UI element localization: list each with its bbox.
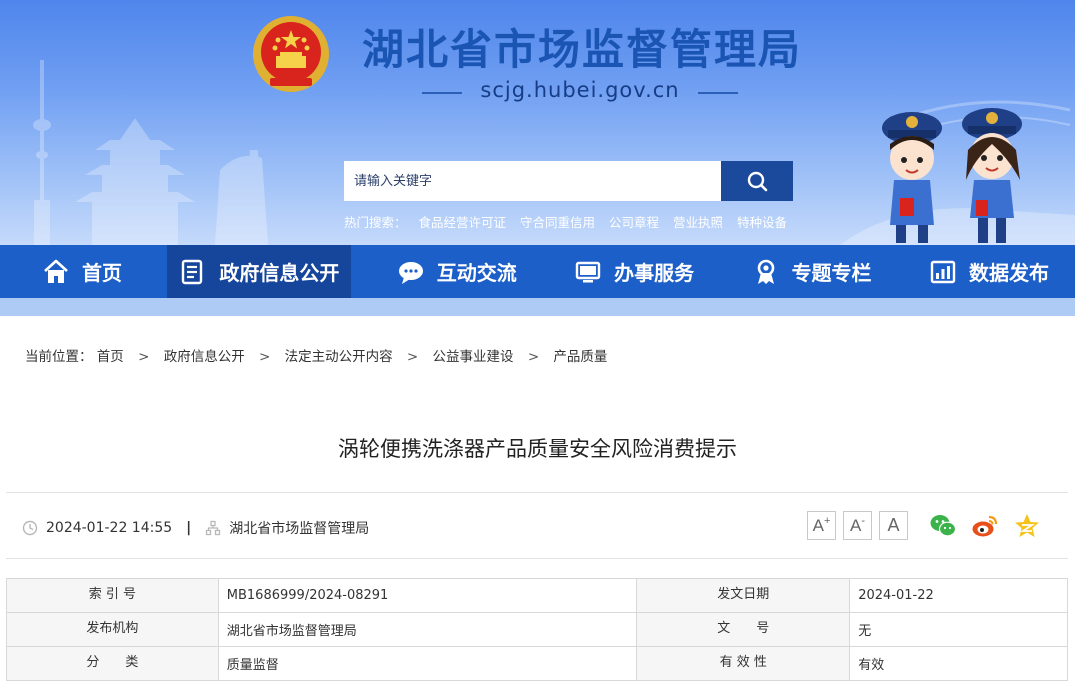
nav-item-gov-info[interactable]: 政府信息公开 — [167, 245, 352, 298]
breadcrumb-item-gov-info[interactable]: 政府信息公开 — [164, 349, 245, 365]
nav-item-label: 政府信息公开 — [219, 261, 340, 285]
breadcrumb: 当前位置： 首页 > 政府信息公开 > 法定主动公开内容 > 公益事业建设 > … — [25, 345, 607, 365]
breadcrumb-item-product-quality[interactable]: 产品质量 — [553, 349, 607, 365]
breadcrumb-separator: > — [527, 349, 540, 365]
nav-item-label: 办事服务 — [614, 261, 695, 285]
nav-item-label: 专题专栏 — [791, 261, 872, 285]
nav-item-label: 互动交流 — [436, 261, 517, 285]
info-label-issue-date: 发文日期 — [636, 578, 851, 613]
header-banner: 湖北省市场监督管理局 scjg.hubei.gov.cn 热门搜索： 食品经营许… — [0, 0, 1075, 245]
hot-search-term[interactable]: 营业执照 — [673, 215, 723, 230]
table-row: 发布机构 湖北省市场监督管理局 文 号 无 — [6, 612, 1068, 647]
nav-underline-strip — [0, 298, 1075, 316]
nav-item-services[interactable]: 办事服务 — [562, 245, 706, 298]
share-buttons — [929, 512, 1055, 540]
breadcrumb-item-statutory[interactable]: 法定主动公开内容 — [285, 349, 393, 365]
hot-search-term[interactable]: 守合同重信用 — [520, 215, 595, 230]
minus-glyph: - — [861, 514, 865, 527]
font-size-controls: A + A- A — [807, 511, 915, 540]
nav-item-label: 首页 — [82, 261, 122, 285]
info-label-category: 分 类 — [6, 646, 219, 681]
meta-divider: | — [186, 520, 192, 536]
breadcrumb-prefix: 当前位置： — [25, 349, 93, 365]
breadcrumb-item-home[interactable]: 首页 — [97, 349, 124, 365]
info-value-issue-date: 2024-01-22 — [849, 578, 1068, 613]
info-value-index-number: MB1686999/2024-08291 — [217, 578, 638, 613]
site-domain: scjg.hubei.gov.cn — [400, 78, 760, 102]
site-title: 湖北省市场监督管理局 — [362, 25, 803, 74]
plus-glyph: + — [823, 514, 831, 527]
breadcrumb-separator: > — [138, 349, 150, 365]
monitor-icon — [575, 261, 601, 282]
article-source: 湖北省市场监督管理局 — [229, 521, 370, 537]
info-label-validity: 有 效 性 — [636, 646, 851, 681]
clock-icon — [22, 520, 38, 536]
search-input[interactable] — [344, 161, 721, 201]
table-row: 分 类 质量监督 有 效 性 有效 — [6, 646, 1068, 681]
qzone-icon — [1015, 514, 1039, 537]
info-label-publisher: 发布机构 — [6, 612, 219, 647]
divider — [6, 492, 1068, 493]
hot-search-term[interactable]: 食品经营许可证 — [419, 215, 507, 230]
font-increase-button[interactable]: A + — [807, 511, 836, 540]
search-button[interactable] — [721, 161, 793, 201]
nav-item-topics[interactable]: 专题专栏 — [740, 245, 884, 298]
mascot-officers-illustration — [882, 108, 1022, 243]
bar-chart-icon — [930, 260, 956, 283]
main-nav: 首页 政府信息公开 互动交流 办事服务 专题专栏 数据发布 — [0, 245, 1075, 298]
info-label-document-number: 文 号 — [636, 612, 851, 647]
breadcrumb-separator: > — [406, 349, 419, 365]
award-ribbon-icon — [757, 259, 774, 284]
national-emblem-icon — [253, 16, 329, 92]
home-icon — [44, 259, 68, 283]
document-info-table: 索 引 号 MB1686999/2024-08291 发文日期 2024-01-… — [6, 578, 1068, 681]
weibo-share-button[interactable] — [971, 512, 999, 540]
wechat-icon — [930, 515, 957, 537]
search-bar — [344, 161, 793, 201]
breadcrumb-item-public-welfare[interactable]: 公益事业建设 — [433, 349, 514, 365]
publish-datetime: 2024-01-22 14:55 — [46, 520, 173, 536]
chat-bubble-icon — [398, 261, 423, 284]
nav-item-home[interactable]: 首页 — [30, 245, 134, 298]
article-meta: 2024-01-22 14:55 | 湖北省市场监督管理局 — [22, 516, 369, 540]
info-value-category: 质量监督 — [217, 646, 638, 681]
wechat-share-button[interactable] — [929, 512, 957, 540]
info-value-publisher: 湖北省市场监督管理局 — [217, 612, 638, 647]
org-chart-icon — [206, 520, 221, 536]
hot-search-list: 热门搜索： 食品经营许可证 守合同重信用 公司章程 营业执照 特种设备 — [344, 212, 797, 231]
font-decrease-label: A — [849, 515, 862, 535]
info-value-document-number: 无 — [849, 612, 1068, 647]
nav-item-label: 数据发布 — [968, 261, 1049, 285]
document-list-icon — [182, 259, 203, 284]
hot-search-term[interactable]: 特种设备 — [737, 215, 787, 230]
nav-item-data[interactable]: 数据发布 — [917, 245, 1061, 298]
table-row: 索 引 号 MB1686999/2024-08291 发文日期 2024-01-… — [6, 578, 1068, 613]
search-icon — [747, 171, 768, 192]
hot-search-label: 热门搜索： — [344, 215, 407, 230]
qzone-share-button[interactable] — [1013, 512, 1041, 540]
info-label-index-number: 索 引 号 — [6, 578, 219, 613]
weibo-icon — [972, 515, 998, 537]
divider — [6, 558, 1068, 559]
breadcrumb-separator: > — [259, 349, 271, 365]
nav-item-interaction[interactable]: 互动交流 — [385, 245, 529, 298]
font-reset-label: A — [887, 515, 900, 535]
font-decrease-button[interactable]: A- — [843, 511, 872, 540]
font-increase-label: A — [812, 515, 824, 535]
article-title: 涡轮便携洗涤器产品质量安全风险消费提示 — [338, 437, 737, 461]
font-reset-button[interactable]: A — [879, 511, 908, 540]
hot-search-term[interactable]: 公司章程 — [609, 215, 659, 230]
info-value-validity: 有效 — [849, 646, 1068, 681]
